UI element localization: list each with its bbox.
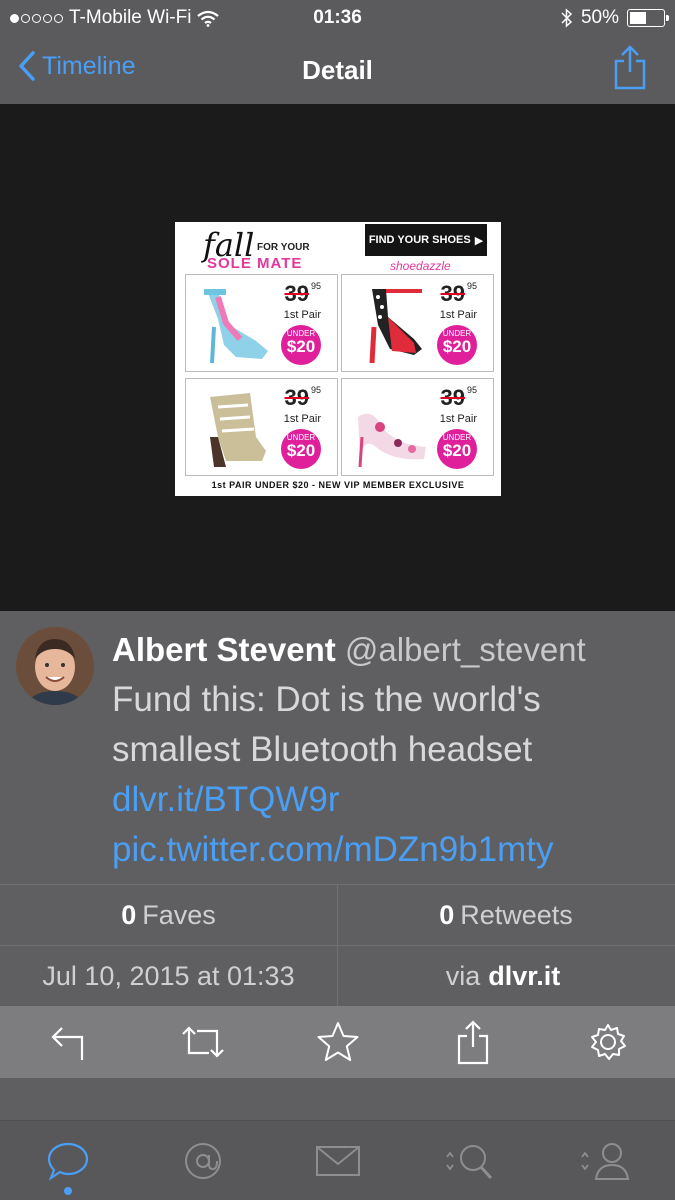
share-button[interactable] [613, 44, 647, 95]
retweets-stat[interactable]: 0 Retweets [337, 885, 674, 945]
tab-profile[interactable] [540, 1121, 675, 1200]
shoe-image [369, 289, 422, 364]
tweet-author-handle[interactable]: @albert_stevent [345, 631, 586, 668]
tab-mentions[interactable] [135, 1121, 270, 1200]
star-icon [317, 1022, 358, 1061]
ad-pair-label: 1st Pair [439, 413, 477, 425]
avatar[interactable] [16, 627, 94, 705]
ad-old-price: 39 [284, 281, 309, 306]
shoe-image [204, 289, 268, 364]
ad-headline-main: SOLE MATE [207, 255, 303, 272]
ad-brand-logo: shoedazzle [390, 259, 451, 273]
status-right: 50% [561, 7, 669, 29]
tweet-detail: Albert Stevent @albert_stevent Fund this… [0, 611, 675, 884]
retweet-button[interactable] [135, 1006, 270, 1078]
ad-price-badge: UNDER $20 [281, 429, 321, 469]
reply-icon [50, 1027, 83, 1060]
battery-level [630, 12, 646, 24]
media-viewer[interactable]: fall FOR YOUR SOLE MATE FIND YOUR SHOES … [0, 104, 675, 611]
ad-product-cell: 39 95 1st Pair UNDER $20 [341, 378, 494, 476]
ad-old-price: 39 [440, 385, 465, 410]
tab-bar [0, 1120, 675, 1200]
ad-pair-label: 1st Pair [439, 309, 477, 321]
tweet-media-link[interactable]: pic.twitter.com/mDZn9b1mty [112, 825, 667, 875]
search-icon [445, 1144, 492, 1179]
battery-icon [627, 9, 669, 27]
ad-pair-label: 1st Pair [283, 413, 321, 425]
ad-badge-price: $20 [442, 441, 472, 460]
via-source: dlvr.it [488, 960, 561, 991]
chat-bubble-icon [47, 1142, 88, 1181]
ad-pair-label: 1st Pair [283, 309, 321, 321]
ad-old-price: 39 [284, 385, 309, 410]
tweet-source[interactable]: via dlvr.it [337, 946, 674, 1006]
tweet-stats: 0 Faves 0 Retweets Jul 10, 2015 at 01:33… [0, 884, 675, 1007]
stats-row-meta: Jul 10, 2015 at 01:33 via dlvr.it [0, 946, 675, 1007]
faves-stat[interactable]: 0 Faves [0, 885, 337, 945]
share-icon [457, 1020, 488, 1065]
tweet-date: Jul 10, 2015 at 01:33 [42, 960, 295, 991]
play-arrow-icon: ▶ [474, 234, 484, 247]
ad-cta: FIND YOUR SHOES ▶ [365, 224, 487, 256]
share-action-button[interactable] [405, 1006, 540, 1078]
ad-badge-price: $20 [286, 441, 316, 460]
status-bar: T-Mobile Wi-Fi 01:36 50% [0, 0, 675, 36]
retweets-label: Retweets [460, 899, 573, 930]
profile-icon [580, 1142, 629, 1180]
ad-old-price-cents: 95 [466, 385, 477, 395]
ad-old-price-cents: 95 [310, 281, 321, 291]
ad-footer: 1st PAIR UNDER $20 - NEW VIP MEMBER EXCL… [211, 480, 465, 490]
nav-bar: Timeline Detail [0, 36, 675, 104]
active-tab-indicator [63, 1187, 72, 1195]
via-label: via [445, 960, 481, 991]
mentions-icon [184, 1142, 221, 1179]
battery-percent: 50% [580, 7, 619, 28]
ad-product-cell: 39 95 1st Pair UNDER $20 [185, 378, 338, 476]
retweet-icon [181, 1026, 224, 1058]
tweet-link[interactable]: dlvr.it/BTQW9r [112, 775, 667, 825]
ad-old-price-cents: 95 [310, 385, 321, 395]
page-title: Detail [302, 55, 373, 85]
ad-cta-label: FIND YOUR SHOES [368, 234, 471, 246]
ad-price-badge: UNDER $20 [437, 325, 477, 365]
ad-price-badge: UNDER $20 [437, 429, 477, 469]
ad-price-badge: UNDER $20 [281, 325, 321, 365]
settings-button[interactable] [540, 1006, 675, 1078]
faves-count: 0 [121, 899, 137, 930]
tab-search[interactable] [405, 1121, 540, 1200]
tab-messages[interactable] [270, 1121, 405, 1200]
bluetooth-icon [561, 8, 573, 28]
ad-product-cell: 39 95 1st Pair UNDER $20 [185, 274, 338, 372]
shoe-image [210, 393, 266, 467]
ad-product-cell: 39 95 1st Pair UNDER $20 [341, 274, 494, 372]
ad-old-price-cents: 95 [466, 281, 477, 291]
content-spacer [0, 1078, 675, 1120]
tweet-text: Fund this: Dot is the world's smallest B… [112, 680, 541, 769]
tab-timeline[interactable] [0, 1121, 135, 1200]
reply-button[interactable] [0, 1006, 135, 1078]
retweets-count: 0 [439, 899, 455, 930]
ad-headline-small: FOR YOUR [257, 242, 310, 253]
stats-row-counts: 0 Faves 0 Retweets [0, 885, 675, 946]
ad-badge-price: $20 [442, 337, 472, 356]
share-icon [614, 45, 646, 90]
shoe-image [358, 413, 426, 468]
gear-icon [590, 1024, 626, 1060]
tweet-header: Albert Stevent @albert_stevent [112, 631, 586, 669]
tweet-author-name[interactable]: Albert Stevent [112, 631, 336, 668]
action-bar [0, 1006, 675, 1078]
ad-image[interactable]: fall FOR YOUR SOLE MATE FIND YOUR SHOES … [175, 222, 501, 496]
mail-icon [315, 1145, 360, 1176]
ad-old-price: 39 [440, 281, 465, 306]
faves-label: Faves [142, 899, 216, 930]
tweet-body: Fund this: Dot is the world's smallest B… [112, 675, 667, 875]
favorite-button[interactable] [270, 1006, 405, 1078]
user-photo [16, 627, 94, 705]
ad-badge-price: $20 [286, 337, 316, 356]
